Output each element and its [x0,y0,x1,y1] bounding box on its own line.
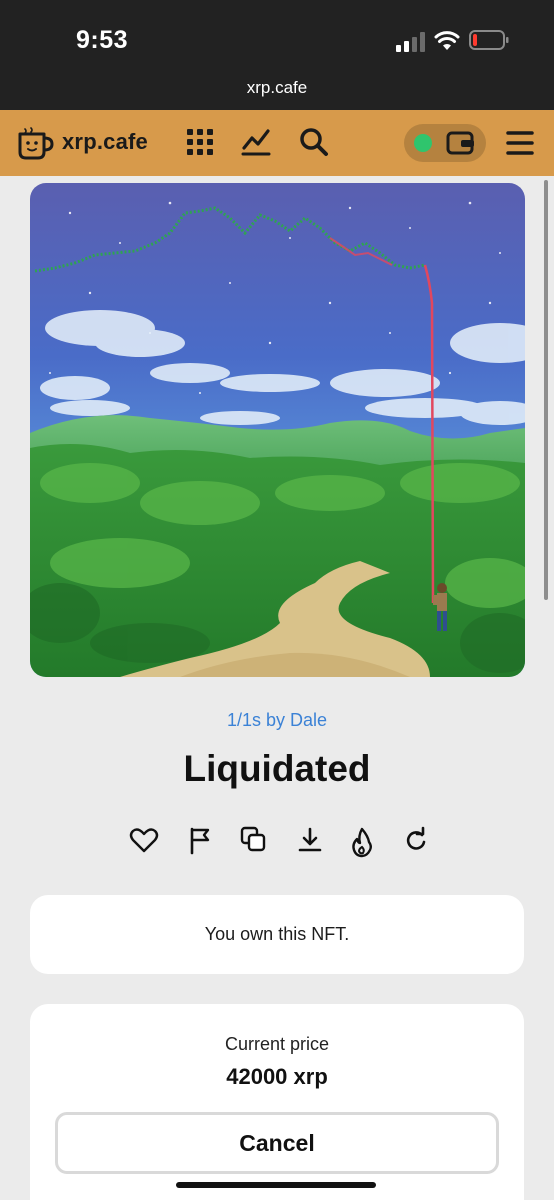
wallet-button[interactable] [404,124,486,162]
price-card: Current price 42000 xrp Cancel [30,1004,524,1200]
nft-artwork-image[interactable] [30,183,525,677]
refresh-icon[interactable] [400,824,432,856]
price-label: Current price [224,1034,330,1054]
mug-logo-icon[interactable] [16,126,56,160]
search-icon[interactable] [298,126,330,158]
chart-icon[interactable] [240,126,272,158]
price-value: 42000 xrp [226,1064,328,1089]
site-header: xrp.cafe [0,110,554,176]
home-indicator[interactable] [176,1182,376,1188]
copy-icon[interactable] [238,824,270,856]
heart-icon[interactable] [128,824,160,856]
address-url: xrp.cafe [246,78,308,97]
status-time: 9:53 [76,26,129,54]
status-bar: 9:53 [0,0,554,74]
wallet-status-dot [414,134,432,152]
wifi-icon [434,31,460,50]
ownership-message: You own this NFT. [204,924,350,944]
collection-link[interactable]: 1/1s by Dale [0,710,554,731]
page-scrollbar[interactable] [544,180,548,600]
battery-low-icon [469,30,509,50]
nft-title: Liquidated [183,748,371,789]
download-icon[interactable] [294,824,326,856]
burn-icon[interactable] [346,826,378,858]
grid-icon[interactable] [184,126,216,158]
logo-text[interactable]: xrp.cafe [62,129,148,155]
wallet-icon [446,131,474,155]
address-bar[interactable]: xrp.cafe [0,74,554,110]
cancel-listing-button[interactable]: Cancel [55,1112,499,1174]
cellular-signal-icon [396,32,425,52]
ownership-card: You own this NFT. [30,895,524,974]
flag-icon[interactable] [184,824,216,856]
action-bar [128,824,428,858]
menu-icon[interactable] [504,128,536,158]
